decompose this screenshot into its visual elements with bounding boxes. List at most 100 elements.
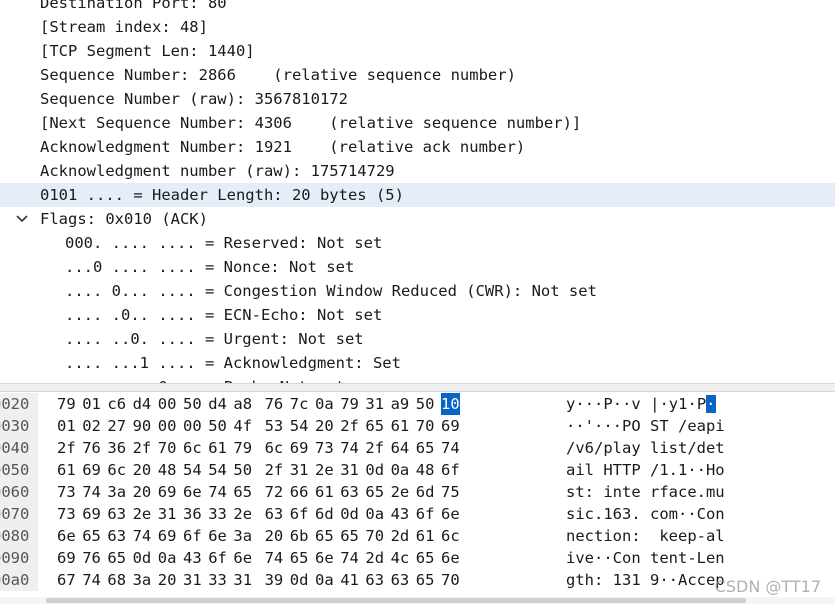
- hex-row[interactable]: 0070 73 69 63 2e 31 36 33 2e 63 6f 6d 0d 0a 43 6f 6e sic.…: [0, 503, 835, 525]
- detail-row[interactable]: .... ..0. .... = Urgent: Not set: [0, 327, 835, 351]
- hex-byte[interactable]: 2d: [391, 525, 410, 547]
- hex-byte[interactable]: 31: [290, 459, 309, 481]
- hex-byte[interactable]: 61: [208, 437, 227, 459]
- hex-byte[interactable]: 6e: [183, 481, 202, 503]
- hex-byte[interactable]: 69: [82, 503, 101, 525]
- hex-byte[interactable]: 00: [158, 415, 177, 437]
- hex-byte[interactable]: a8: [233, 393, 252, 415]
- ascii-char[interactable]: y: [669, 395, 678, 413]
- hex-row[interactable]: 0060 73 74 3a 20 69 6e 74 65 72 66 61 63 65 2e 6d 75 st: …: [0, 481, 835, 503]
- hex-byte[interactable]: 76: [82, 547, 101, 569]
- hex-byte[interactable]: 6e: [57, 525, 76, 547]
- hex-byte[interactable]: 31: [365, 393, 384, 415]
- hex-byte[interactable]: 79: [340, 393, 359, 415]
- hex-ascii[interactable]: gth: 131 9··Accep: [566, 569, 725, 591]
- hex-byte[interactable]: 63: [340, 481, 359, 503]
- hex-byte[interactable]: 63: [391, 569, 410, 591]
- ascii-char[interactable]: ·: [659, 395, 668, 413]
- hex-byte[interactable]: 2f: [57, 437, 76, 459]
- hex-byte[interactable]: 70: [441, 569, 460, 591]
- hex-byte[interactable]: 01: [57, 415, 76, 437]
- hex-byte[interactable]: 6c: [107, 459, 126, 481]
- hex-byte[interactable]: 50: [233, 459, 252, 481]
- hex-byte[interactable]: 74: [441, 437, 460, 459]
- chevron-down-icon[interactable]: [16, 207, 32, 231]
- hex-byte[interactable]: 6e: [208, 525, 227, 547]
- ascii-char[interactable]: P: [603, 395, 612, 413]
- hex-byte[interactable]: 79: [57, 393, 76, 415]
- hex-byte[interactable]: 75: [441, 481, 460, 503]
- hex-byte[interactable]: 20: [158, 569, 177, 591]
- detail-row[interactable]: Destination Port: 80: [0, 0, 835, 15]
- hex-row[interactable]: 0040 2f 76 36 2f 70 6c 61 79 6c 69 73 74 2f 64 65 74/v6/…: [0, 437, 835, 459]
- hex-byte[interactable]: 69: [158, 525, 177, 547]
- detail-row[interactable]: 000. .... .... = Reserved: Not set: [0, 231, 835, 255]
- hex-byte[interactable]: 65: [233, 481, 252, 503]
- hex-byte[interactable]: 0d: [133, 547, 152, 569]
- hex-byte[interactable]: 65: [416, 437, 435, 459]
- hex-byte[interactable]: 43: [183, 547, 202, 569]
- hex-byte[interactable]: 0d: [290, 569, 309, 591]
- hex-ascii[interactable]: ail HTTP /1.1··Ho: [566, 459, 725, 481]
- hex-byte[interactable]: 36: [183, 503, 202, 525]
- hex-byte[interactable]: 36: [107, 437, 126, 459]
- hex-ascii[interactable]: sic.163. com··Con: [566, 503, 725, 525]
- detail-row[interactable]: .... .... 0... = Push: Not set: [0, 375, 835, 383]
- hex-byte[interactable]: 6f: [183, 525, 202, 547]
- hex-byte[interactable]: 6e: [441, 503, 460, 525]
- hex-byte[interactable]: 0d: [340, 503, 359, 525]
- hex-byte[interactable]: 4c: [391, 547, 410, 569]
- hex-byte[interactable]: 76: [265, 393, 284, 415]
- hex-byte[interactable]: 65: [290, 547, 309, 569]
- hex-byte[interactable]: 68: [107, 569, 126, 591]
- hex-byte[interactable]: 6d: [416, 481, 435, 503]
- hex-ascii[interactable]: y···P··v |·y1·P·: [566, 393, 716, 415]
- hex-byte[interactable]: 20: [265, 525, 284, 547]
- hex-byte[interactable]: 63: [365, 569, 384, 591]
- hex-byte[interactable]: 53: [265, 415, 284, 437]
- hex-ascii[interactable]: ··'···PO ST /eapi: [566, 415, 725, 437]
- hex-byte[interactable]: 3a: [133, 569, 152, 591]
- ascii-char[interactable]: ·: [706, 395, 716, 413]
- hex-byte[interactable]: 66: [290, 481, 309, 503]
- hex-byte[interactable]: 69: [158, 481, 177, 503]
- hex-byte[interactable]: 54: [290, 415, 309, 437]
- hex-byte[interactable]: 74: [82, 569, 101, 591]
- hex-byte[interactable]: 00: [158, 393, 177, 415]
- hex-byte[interactable]: 69: [290, 437, 309, 459]
- hex-byte[interactable]: 50: [416, 393, 435, 415]
- packet-bytes-pane[interactable]: 00207901c6d40050d4a8767c0a7931a95010y···…: [0, 392, 835, 604]
- hex-row[interactable]: 0090 69 76 65 0d 0a 43 6f 6e 74 65 6e 74 2d 4c 65 6e ive·…: [0, 547, 835, 569]
- hex-byte[interactable]: 90: [133, 415, 152, 437]
- detail-row[interactable]: 0101 .... = Header Length: 20 bytes (5): [0, 183, 835, 207]
- hex-byte[interactable]: 65: [416, 569, 435, 591]
- hex-byte[interactable]: 65: [315, 525, 334, 547]
- hex-byte[interactable]: a9: [391, 393, 410, 415]
- hex-byte[interactable]: 31: [340, 459, 359, 481]
- hex-byte[interactable]: 27: [107, 415, 126, 437]
- hex-byte[interactable]: 69: [82, 459, 101, 481]
- hex-byte[interactable]: 63: [107, 503, 126, 525]
- detail-row[interactable]: [Stream index: 48]: [0, 15, 835, 39]
- hex-byte[interactable]: 50: [208, 415, 227, 437]
- ascii-char[interactable]: ·: [622, 395, 631, 413]
- hex-row[interactable]: 0030 01 02 27 90 00 00 50 4f 53 54 20 2f 65 61 70 69 ··'·…: [0, 415, 835, 437]
- hex-byte[interactable]: 33: [208, 503, 227, 525]
- ascii-char[interactable]: ·: [687, 395, 696, 413]
- hex-byte[interactable]: 31: [233, 569, 252, 591]
- hex-byte[interactable]: 33: [208, 569, 227, 591]
- hex-row[interactable]: 0080 6e 65 63 74 69 6f 6e 3a 20 6b 65 65 70 2d 61 6c nect…: [0, 525, 835, 547]
- hex-byte[interactable]: 65: [107, 547, 126, 569]
- hex-byte[interactable]: 76: [82, 437, 101, 459]
- hex-byte[interactable]: 2e: [391, 481, 410, 503]
- ascii-char[interactable]: ·: [575, 395, 584, 413]
- hex-byte[interactable]: 31: [183, 569, 202, 591]
- hex-byte[interactable]: 6f: [441, 459, 460, 481]
- hex-byte[interactable]: 0a: [315, 569, 334, 591]
- hex-byte[interactable]: 74: [340, 547, 359, 569]
- hex-byte[interactable]: 65: [82, 525, 101, 547]
- hex-byte[interactable]: 4f: [233, 415, 252, 437]
- packet-details-pane[interactable]: Destination Port: 80 [Stream index: 48] [T…: [0, 0, 835, 383]
- hex-byte[interactable]: 54: [183, 459, 202, 481]
- detail-row[interactable]: .... .0.. .... = ECN-Echo: Not set: [0, 303, 835, 327]
